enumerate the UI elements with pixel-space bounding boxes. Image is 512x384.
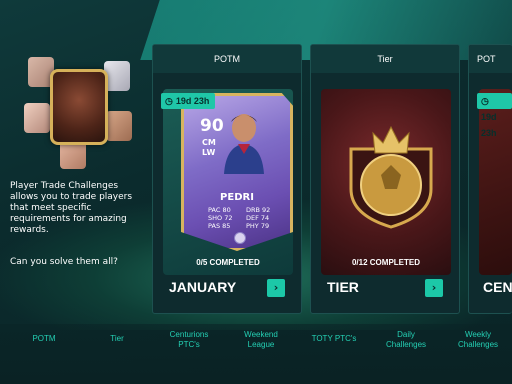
golden-ball-trophy-icon [349,125,433,229]
tab-tier[interactable]: Tier [100,334,134,344]
tab-potm[interactable]: POTM [22,334,66,344]
club-crest-icon [234,232,246,244]
open-challenge-button[interactable]: › [425,279,443,297]
player-stat: DEF 74 [246,214,270,222]
open-challenge-button[interactable]: › [267,279,285,297]
card-header: POTM [153,45,301,73]
card-title: TIER [327,279,359,295]
player-positions: CM LW [202,138,216,158]
intro-panel: Player Trade Challenges allows you to tr… [4,55,144,295]
player-stat: PHY 79 [246,222,270,230]
tab-centurions[interactable]: Centurions PTC's [160,330,218,350]
intro-description: Player Trade Challenges allows you to tr… [10,181,133,235]
arrow-right-icon: › [273,281,279,294]
progress-label: 0/5 COMPLETED [196,258,260,267]
challenge-card-potm[interactable]: POTM 90 CM LW PEDRI PAC 80 DRB 92 SHO 72… [152,44,302,314]
card-title: JANUARY [169,279,237,295]
card-title: CEN [483,279,512,295]
challenge-card-tier[interactable]: Tier 0/12 COMPLETED TIER › [310,44,460,314]
timer-text: 19d 23h [481,112,497,138]
player-stats: PAC 80 DRB 92 SHO 72 DEF 74 PAS 85 PHY 7… [208,206,278,230]
tab-weekend-league[interactable]: Weekend League [238,330,284,350]
badge-thumb [106,111,132,141]
timer-badge: ◷ 19d 23h [477,93,512,138]
card-artwork: 0/12 COMPLETED [321,89,451,275]
player-position: CM [202,138,216,147]
tab-toty[interactable]: TOTY PTC's [306,334,362,344]
clock-icon: ◷ [481,96,489,106]
category-tab-bar: POTM Tier Centurions PTC's Weekend Leagu… [0,324,512,384]
timer-text: 19d 23h [175,96,210,106]
player-stat: PAC 80 [208,206,231,214]
card-header: POT [469,45,512,73]
progress-label: 0/12 COMPLETED [351,258,420,267]
player-stat: SHO 72 [208,214,233,222]
featured-reward-card [50,69,108,145]
intro-question: Can you solve them all? [10,257,118,267]
player-position: LW [202,148,216,157]
player-name: PEDRI [220,192,254,203]
player-card: 90 CM LW PEDRI PAC 80 DRB 92 SHO 72 DEF … [181,93,293,251]
reward-badge-cluster [24,55,136,170]
challenge-card-centurions[interactable]: POT ◷ 19d 23h CEN [468,44,512,314]
clock-icon: ◷ [165,96,173,106]
card-header: Tier [311,45,459,73]
player-stat: DRB 92 [246,206,271,214]
card-artwork: 90 CM LW PEDRI PAC 80 DRB 92 SHO 72 DEF … [163,89,293,275]
tab-daily-challenges[interactable]: Daily Challenges [380,330,432,350]
arrow-right-icon: › [431,281,437,294]
timer-badge: ◷19d 23h [161,93,216,109]
tab-weekly-challenges[interactable]: Weekly Challenges [452,330,504,350]
badge-thumb [24,103,50,133]
player-portrait [224,114,264,174]
player-stat: PAS 85 [208,222,231,230]
